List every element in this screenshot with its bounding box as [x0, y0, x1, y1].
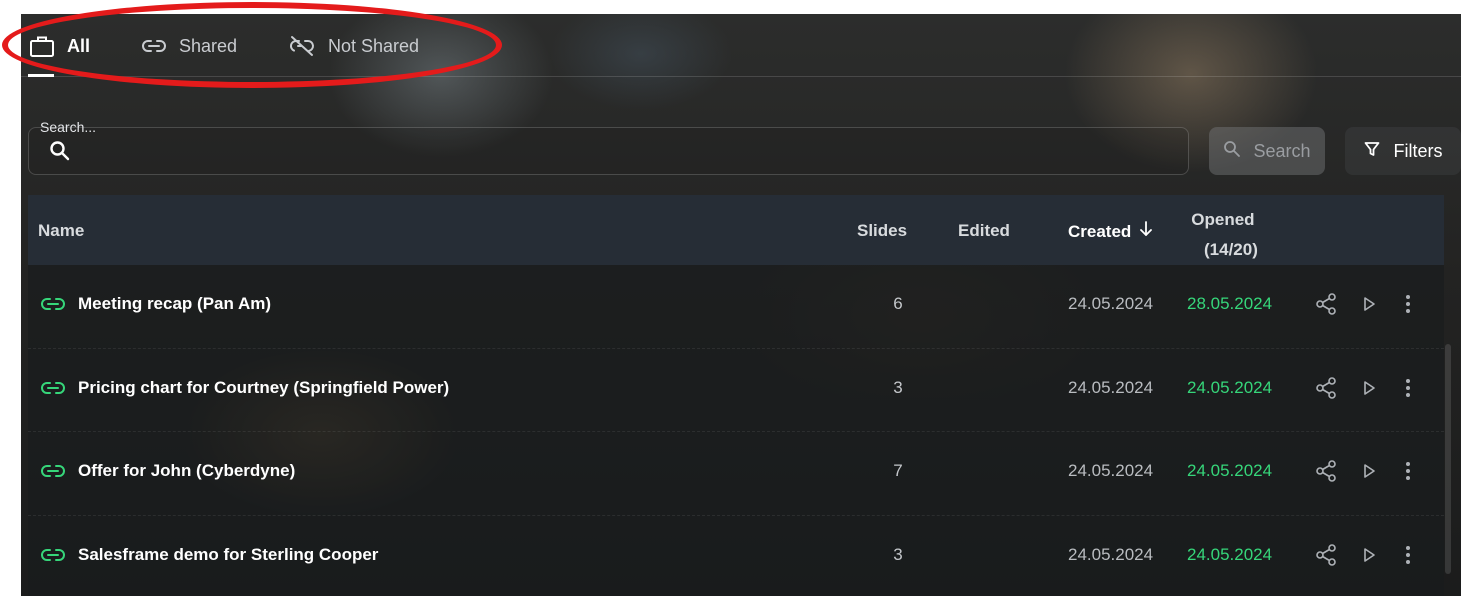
tab-shared[interactable]: Shared: [141, 32, 237, 60]
table-row[interactable]: Offer for John (Cyberdyne) 7 24.05.2024 …: [28, 432, 1444, 516]
created-date: 24.05.2024: [1068, 294, 1154, 313]
opened-count: (14/20): [1204, 240, 1258, 259]
slides-count: 3: [893, 377, 903, 397]
created-date: 24.05.2024: [1068, 377, 1154, 397]
column-header-edited[interactable]: Edited: [958, 221, 1010, 241]
tab-not-shared[interactable]: Not Shared: [288, 32, 419, 60]
play-icon[interactable]: [1362, 516, 1376, 594]
share-icon[interactable]: [1314, 349, 1338, 427]
shared-link-icon: [40, 516, 66, 594]
presentation-title[interactable]: Meeting recap (Pan Am): [78, 265, 271, 343]
filter-icon: [1364, 141, 1394, 162]
table-row[interactable]: Salesframe demo for Sterling Cooper 3 24…: [28, 516, 1444, 596]
column-header-opened-label: Opened: [1191, 210, 1255, 229]
tab-all[interactable]: All: [29, 32, 90, 60]
filters-button[interactable]: Filters: [1345, 127, 1461, 175]
more-options-icon[interactable]: [1405, 349, 1411, 427]
presentations-table: Name Slides Edited Created Opened (14/20…: [28, 195, 1444, 596]
more-options-icon[interactable]: [1405, 516, 1411, 594]
search-button[interactable]: Search: [1209, 127, 1325, 175]
created-date: 24.05.2024: [1068, 544, 1154, 564]
share-icon[interactable]: [1314, 516, 1338, 594]
table-scrollbar[interactable]: [1445, 344, 1451, 574]
search-icon: [49, 140, 71, 167]
filter-tabs: All Shared Not Shared: [21, 14, 1461, 77]
opened-date: 24.05.2024: [1187, 377, 1273, 397]
filters-button-label: Filters: [1393, 140, 1443, 161]
presentation-title[interactable]: Salesframe demo for Sterling Cooper: [78, 516, 378, 594]
active-tab-indicator: [28, 74, 54, 77]
shared-link-icon: [40, 265, 66, 343]
share-icon[interactable]: [1314, 265, 1338, 343]
play-icon[interactable]: [1362, 432, 1376, 510]
tab-label: Not Shared: [328, 35, 420, 56]
column-header-slides[interactable]: Slides: [857, 221, 907, 241]
column-header-name[interactable]: Name: [38, 221, 84, 241]
play-icon[interactable]: [1362, 265, 1376, 343]
link-off-icon: [288, 35, 316, 57]
slides-count: 7: [893, 461, 903, 480]
column-header-created[interactable]: Created: [1068, 221, 1153, 242]
slides-count: 6: [893, 294, 903, 313]
briefcase-icon: [29, 34, 55, 58]
more-options-icon[interactable]: [1405, 432, 1411, 510]
shared-link-icon: [40, 349, 66, 427]
search-label: Search...: [40, 119, 97, 135]
slides-count: 3: [893, 544, 903, 564]
tab-label: All: [67, 35, 91, 56]
column-header-opened[interactable]: Opened (14/20): [1188, 205, 1258, 265]
opened-date: 28.05.2024: [1187, 294, 1273, 313]
presentation-title[interactable]: Offer for John (Cyberdyne): [78, 432, 295, 510]
app-frame: All Shared Not Shared Search... Search F…: [21, 14, 1461, 596]
more-options-icon[interactable]: [1405, 265, 1411, 343]
play-icon[interactable]: [1362, 349, 1376, 427]
created-date: 24.05.2024: [1068, 461, 1154, 480]
tab-label: Shared: [179, 35, 238, 56]
shared-link-icon: [40, 432, 66, 510]
sort-arrow-down-icon: [1131, 221, 1153, 242]
opened-date: 24.05.2024: [1187, 544, 1273, 564]
opened-date: 24.05.2024: [1187, 461, 1273, 480]
presentation-title[interactable]: Pricing chart for Courtney (Springfield …: [78, 349, 449, 427]
table-row[interactable]: Meeting recap (Pan Am) 6 24.05.2024 28.0…: [28, 265, 1444, 349]
table-body: Meeting recap (Pan Am) 6 24.05.2024 28.0…: [28, 265, 1444, 596]
table-row[interactable]: Pricing chart for Courtney (Springfield …: [28, 349, 1444, 432]
share-icon[interactable]: [1314, 432, 1338, 510]
search-input[interactable]: [28, 127, 1189, 175]
column-header-created-label: Created: [1068, 221, 1132, 241]
search-button-label: Search: [1253, 140, 1311, 161]
link-icon: [141, 37, 167, 55]
search-icon: [1223, 140, 1253, 163]
table-header: Name Slides Edited Created Opened (14/20…: [28, 195, 1444, 265]
